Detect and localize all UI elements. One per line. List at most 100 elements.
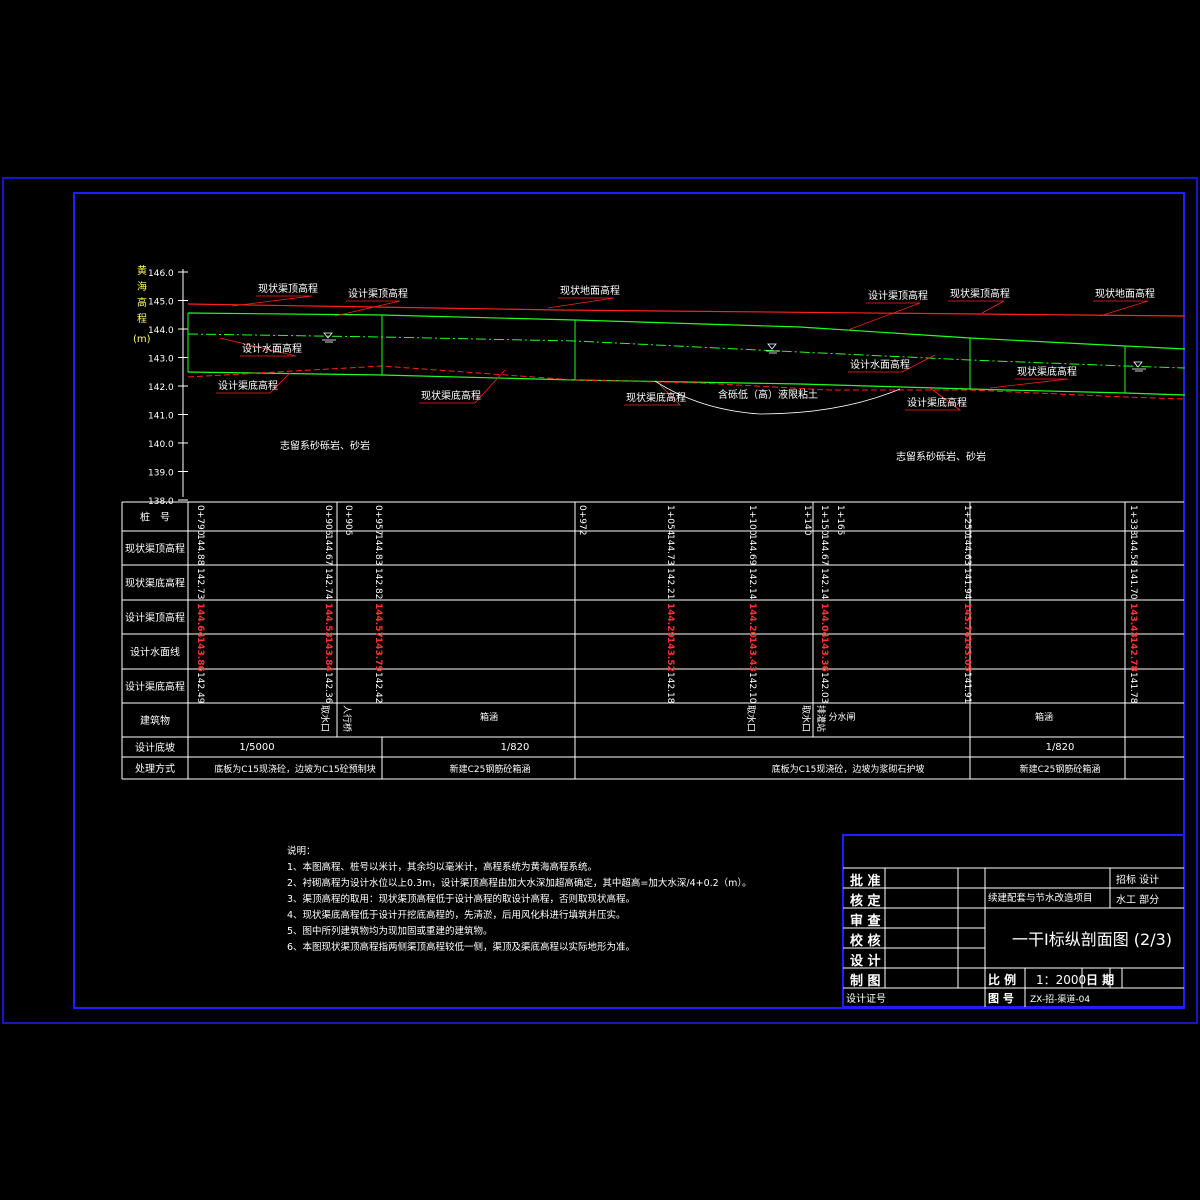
table-cell: 144.29 [665, 603, 675, 638]
label-sj-qdgc-2: 设计渠顶高程 [868, 289, 928, 302]
structure-label: 分水闸 [828, 711, 855, 723]
date-label: 日 期 [1086, 972, 1114, 987]
table-cell: 142.36 [323, 672, 333, 704]
method-text: 新建C25钢筋砼箱涵 [450, 763, 531, 775]
table-cell: 144.63 [962, 534, 972, 566]
drawing-no-label: 图 号 [988, 992, 1014, 1005]
part-label: 水工 部分 [1116, 893, 1159, 906]
table-cell: 143.05 [962, 637, 972, 672]
table-cell: 142.82 [373, 568, 383, 600]
table-row-title: 建筑物 [140, 714, 170, 727]
label-xz-dmgc-2: 现状地面高程 [1095, 287, 1155, 300]
table-cell: 144.73 [665, 534, 675, 566]
role-design: 设 计 [850, 953, 881, 969]
structure-label: 箱涵 [480, 711, 498, 723]
table-cell: 143.52 [665, 637, 675, 672]
structure-label: 取水口 [800, 705, 812, 732]
table-cell: 142.49 [195, 672, 205, 704]
structure-label: 排灌站 [815, 705, 827, 732]
table-cell: 143.43 [747, 637, 757, 672]
table-cell: 141.94 [962, 568, 972, 600]
axis-tick-label: 140.0 [148, 440, 174, 450]
data-table: 桩 号现状渠顶高程现状渠底高程设计渠顶高程设计水面线设计渠底高程建筑物设计底坡处… [121, 501, 1184, 780]
drawing-title: 一干Ⅰ标纵剖面图 (2/3) [1012, 930, 1172, 949]
label-xz-qdgc-2: 现状渠顶高程 [950, 287, 1010, 300]
table-cell: 142.21 [665, 568, 675, 600]
station-label: 1+100 [747, 505, 757, 536]
table-cell: 142.14 [747, 568, 757, 600]
axis-tick-label: 141.0 [148, 412, 174, 422]
method-text: 新建C25钢筋砼箱涵 [1020, 763, 1101, 775]
slope-value: 1/820 [1046, 742, 1075, 753]
axis-title-1: 黄 [137, 264, 147, 277]
axis-tick-label: 144.0 [148, 326, 174, 336]
table-row-title: 现状渠顶高程 [125, 542, 185, 555]
drawing-no: ZX-招-渠道-04 [1030, 993, 1090, 1005]
role-verify: 核 定 [850, 893, 881, 909]
design-water-line [187, 333, 1186, 369]
station-label: 0+972 [577, 505, 587, 535]
label-xz-qdigc-2: 现状渠底高程 [626, 391, 686, 404]
axis-title-3: 高 [137, 296, 147, 309]
profile-labels: 现状渠顶高程 设计渠顶高程 现状地面高程 设计渠顶高程 现状渠顶高程 现状地面高… [218, 282, 1155, 463]
scale-value: 1：2000 [1036, 973, 1086, 987]
label-sj-smgc-1: 设计水面高程 [242, 342, 302, 355]
table-cell: 143.86 [195, 637, 205, 672]
axis-tick-label: 142.0 [148, 383, 174, 393]
table-row-title: 处理方式 [135, 762, 175, 775]
profile-lines [187, 303, 1186, 415]
label-sj-smgc-2: 设计水面高程 [850, 358, 910, 371]
note-6: 6、本图现状渠顶高程指两侧渠顶高程较低一侧，渠顶及渠底高程以实际地形为准。 [287, 941, 635, 953]
table-cell: 142.78 [1128, 637, 1138, 672]
station-label: 1+165 [835, 505, 845, 535]
cert-label: 设计证号 [846, 992, 886, 1005]
table-cell: 144.04 [819, 603, 829, 638]
axis-tick-label: 145.0 [148, 298, 174, 308]
table-cell: 141.91 [962, 672, 972, 704]
method-text: 底板为C15现浇砼，边坡为浆砌石护坡 [772, 763, 925, 775]
station-label: 1+054 [665, 505, 675, 536]
role-check: 校 核 [850, 933, 881, 949]
table-cell: 143.79 [373, 637, 383, 672]
station-label: 1+150 [819, 505, 829, 536]
table-cell: 144.20 [747, 603, 757, 638]
structure-label: 取水口 [745, 705, 757, 732]
notes-title: 说明： [287, 845, 316, 857]
note-4: 4、现状渠底高程低于设计开挖底高程的，先清淤，后用风化料进行填筑并压实。 [287, 909, 626, 921]
table-cell: 144.83 [373, 534, 383, 566]
stage-label: 招标 设计 [1116, 873, 1159, 886]
station-label: 0+790 [195, 505, 205, 536]
table-cell: 142.42 [373, 672, 383, 704]
axis-tick-label: 139.0 [148, 469, 174, 479]
note-5: 5、图中所列建筑物均为现加固或重建的建筑物。 [287, 925, 493, 937]
table-row-title: 设计渠顶高程 [125, 611, 185, 624]
slope-value: 1/5000 [239, 742, 274, 753]
axis-title-5: (m) [133, 334, 151, 345]
table-cell: 144.69 [747, 534, 757, 566]
table-cell: 142.14 [819, 568, 829, 600]
table-cell: 144.67 [819, 534, 829, 566]
table-cell: 144.88 [195, 534, 205, 566]
station-label: 0+906 [323, 505, 333, 536]
role-draw: 制 图 [850, 973, 881, 989]
structure-label: 取水口 [319, 705, 331, 732]
label-xz-qdigc-3: 现状渠底高程 [1017, 365, 1077, 378]
role-approve: 批 准 [850, 873, 881, 889]
table-cell: 142.18 [665, 672, 675, 704]
table-cell: 144.67 [323, 534, 333, 566]
label-sj-qdigc-2: 设计渠底高程 [907, 396, 967, 409]
table-cell: 143.43 [1128, 603, 1138, 638]
table-row-title: 现状渠底高程 [125, 577, 185, 590]
role-review: 审 查 [850, 913, 882, 929]
axis-title-4: 程 [137, 313, 147, 325]
note-1: 1、本图高程、桩号以米计，其余均以毫米计，高程系统为黄海高程系统。 [287, 861, 597, 873]
table-cell: 144.64 [195, 603, 205, 638]
structure-label: 人行桥 [341, 705, 353, 732]
elevation-axis: 146.0 145.0 144.0 143.0 142.0 141.0 140.0 139.0… [133, 264, 188, 507]
table-row-title: 设计水面线 [130, 646, 180, 659]
station-label: 1+338 [1128, 505, 1138, 536]
label-rock-2: 志留系砂砾岩、砂岩 [896, 450, 986, 463]
method-text: 底板为C15现浇砼，边坡为C15砼预制块 [214, 763, 375, 775]
drawing-canvas: 146.0 145.0 144.0 143.0 142.0 141.0 140.0 139.0… [2, 177, 1198, 1024]
label-xz-dmgc-1: 现状地面高程 [560, 284, 620, 297]
